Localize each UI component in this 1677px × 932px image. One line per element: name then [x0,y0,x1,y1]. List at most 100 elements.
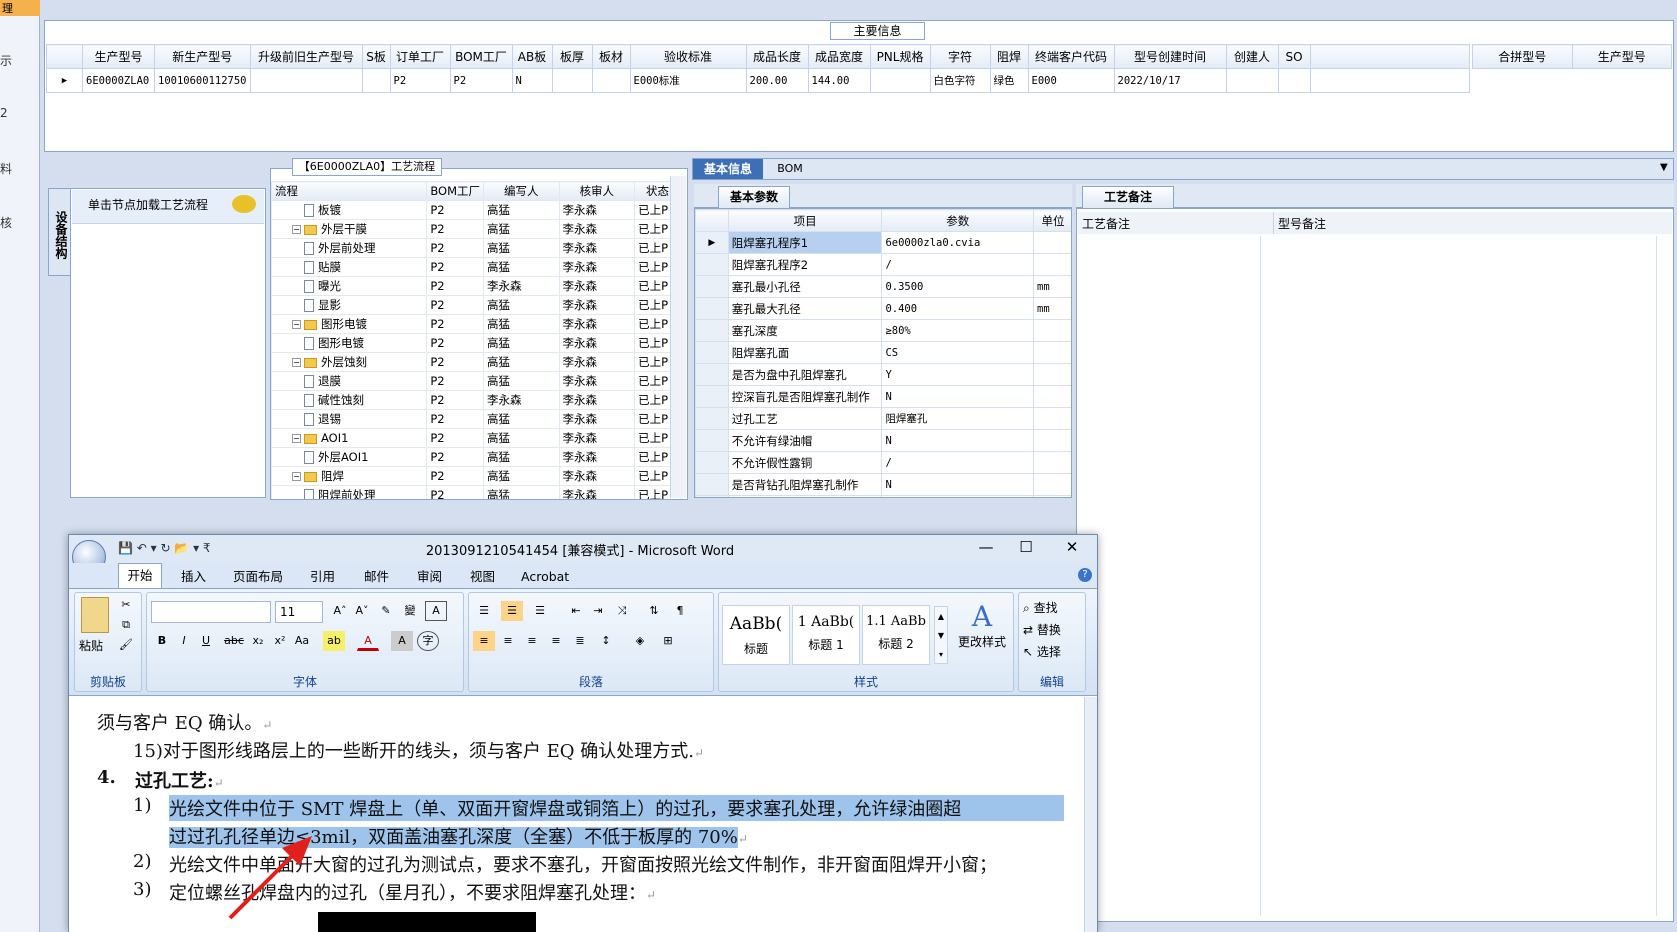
table-row[interactable]: ▶ 6E0000ZLA0 10010600112750 P2 P2 N E000… [46,68,1471,93]
param-item[interactable]: 过孔工艺 [727,407,883,430]
flow-name[interactable]: 贴膜 [271,257,428,277]
table-row[interactable]: 退膜 P2 高猛 李永森 已上P [271,371,681,391]
table-cell[interactable]: E000 [1027,68,1115,93]
tab-references[interactable]: 引用 [310,566,335,588]
table-cell[interactable]: 2022/10/17 [1113,68,1227,93]
table-cell[interactable]: 200.00 [745,68,809,93]
char-shading-icon[interactable]: A [391,631,413,651]
table-row[interactable]: 贴膜 P2 高猛 李永森 已上P [271,257,681,277]
param-item[interactable]: 不允许有绿油帽 [727,429,883,452]
enclose-char-icon[interactable]: 字 [417,631,439,651]
col-header[interactable]: 生产型号 [1571,44,1672,69]
table-cell[interactable]: P2 [426,390,485,410]
distributed-icon[interactable]: ≣ [569,631,591,651]
table-cell[interactable]: 高猛 [483,200,560,220]
param-unit[interactable] [1033,341,1071,364]
collapse-icon[interactable]: − [292,225,301,234]
table-cell[interactable]: P2 [426,257,485,277]
table-cell[interactable]: P2 [449,68,513,93]
flow-name[interactable]: 曝光 [271,276,428,296]
col-header[interactable]: SO [1277,44,1311,69]
dropdown-arrow-icon[interactable]: ▼ [1660,162,1668,173]
collapse-icon[interactable]: − [292,358,301,367]
table-cell[interactable]: P2 [426,352,485,372]
param-value[interactable]: / [881,253,1035,276]
table-row[interactable]: − 图形电镀 P2 高猛 李永森 已上P [271,314,681,334]
replace-button[interactable]: ⇄ 替换 [1023,621,1061,638]
table-row[interactable]: − 阻焊 P2 高猛 李永森 已上P [271,466,681,486]
col-header[interactable]: AB板 [511,44,553,69]
align-center-icon[interactable]: ≡ [497,631,519,651]
param-value[interactable]: 阻焊塞孔 [881,407,1035,430]
copy-icon[interactable]: ⧉ [115,615,137,635]
col-header[interactable]: 字符 [929,44,991,69]
strikethrough-icon[interactable]: abc [223,631,245,651]
table-cell[interactable]: P2 [426,200,485,220]
model-note-scrollbar[interactable] [1656,236,1670,916]
table-cell[interactable]: 李永森 [558,333,636,353]
table-cell[interactable]: 高猛 [483,333,560,353]
table-row[interactable]: 不允许有绿油帽 N [695,429,1071,452]
bold-icon[interactable]: B [151,631,173,651]
table-cell[interactable]: 高猛 [483,295,560,315]
param-item[interactable]: 单面开窗不掏曝光点 [727,495,883,497]
table-cell[interactable]: P2 [426,219,485,239]
table-cell[interactable]: 李永森 [558,409,636,429]
table-cell[interactable]: P2 [426,333,485,353]
param-item[interactable]: 是否背钻孔阻焊塞孔制作 [727,473,883,496]
table-row[interactable]: 单面开窗不掏曝光点CS [695,495,1071,497]
table-cell[interactable]: P2 [426,466,485,486]
table-cell[interactable]: P2 [426,409,485,429]
maximize-icon[interactable]: ☐ [1006,538,1046,556]
flow-scrollbar[interactable] [670,176,686,498]
table-cell[interactable]: N [511,68,553,93]
table-row[interactable]: 过孔工艺 阻焊塞孔 [695,407,1071,430]
col-header[interactable]: 生产型号 [82,44,155,69]
param-unit[interactable] [1033,429,1071,452]
flow-name[interactable]: 退锡 [271,409,428,429]
increase-indent-icon[interactable]: ⇥ [587,601,609,621]
param-item[interactable]: 阻焊塞孔面 [727,341,883,364]
col-header[interactable]: 单位 [1033,209,1071,232]
bullets-icon[interactable]: ☰ [473,601,495,621]
col-header[interactable]: 项目 [727,209,883,232]
underline-icon[interactable]: U [195,631,217,651]
table-cell[interactable]: 高猛 [483,314,560,334]
param-value[interactable]: CS [881,495,1035,497]
col-header[interactable]: 阻焊 [989,44,1029,69]
table-cell[interactable]: 144.00 [807,68,871,93]
param-unit[interactable] [1033,363,1071,386]
table-cell[interactable]: 高猛 [483,485,560,499]
param-value[interactable]: / [881,451,1035,474]
table-cell[interactable]: 李永森 [483,390,560,410]
table-row[interactable]: 阻焊塞孔面 CS [695,341,1071,364]
sidebar-item[interactable]: 示 [0,52,12,69]
param-unit[interactable] [1033,385,1071,408]
highlight-icon[interactable]: ab [323,631,345,651]
table-cell[interactable] [551,68,593,93]
flow-name[interactable]: 碱性蚀刻 [271,390,428,410]
param-value[interactable]: N [881,473,1035,496]
numbering-icon[interactable]: ☰ [501,601,523,621]
table-cell[interactable]: 高猛 [483,219,560,239]
tab-basic-info[interactable]: 基本信息 [693,159,763,179]
col-header[interactable]: 流程 [271,181,428,201]
change-case-icon[interactable]: Aa [291,631,313,651]
font-name-combo[interactable] [151,601,271,623]
table-cell[interactable]: P2 [426,314,485,334]
decrease-indent-icon[interactable]: ⇤ [565,601,587,621]
table-cell[interactable]: P2 [426,428,485,448]
param-item[interactable]: 塞孔最大孔径 [727,297,883,320]
param-value[interactable]: ≥80% [881,319,1035,342]
param-unit[interactable] [1033,407,1071,430]
col-header[interactable]: BOM工厂 [449,44,513,69]
table-cell[interactable]: 李永森 [558,485,636,499]
table-cell[interactable]: 李永森 [558,466,636,486]
table-row[interactable]: ▶ 阻焊塞孔程序1 6e0000zla0.cvia [695,231,1071,254]
shrink-font-icon[interactable]: A˅ [351,601,373,621]
table-row[interactable]: 阻焊塞孔程序2/ [695,253,1071,276]
param-item[interactable]: 阻焊塞孔程序1 [727,231,883,254]
sort-icon[interactable]: ⇅ [643,601,665,621]
col-header[interactable]: 板材 [591,44,631,69]
table-cell[interactable]: 高猛 [483,257,560,277]
